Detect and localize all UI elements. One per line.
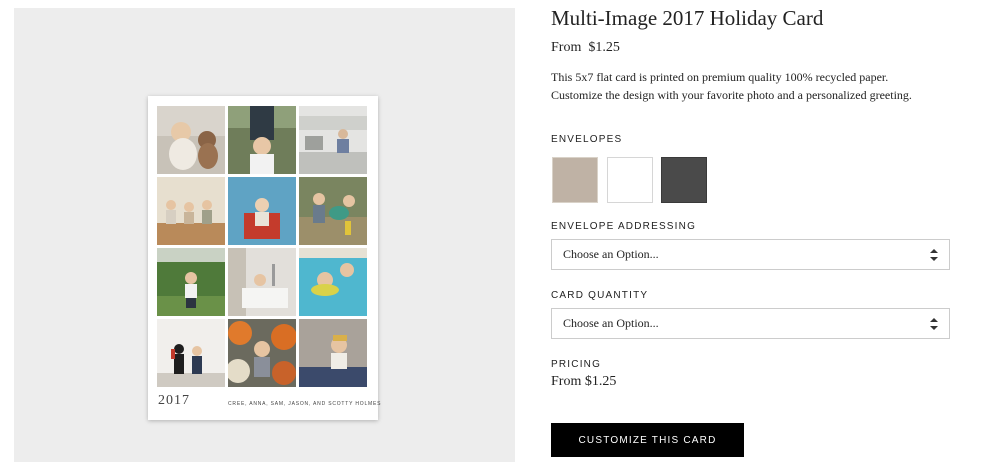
envelope-addressing-select[interactable]: Choose an Option... bbox=[551, 239, 950, 270]
product-description: This 5x7 flat card is printed on premium… bbox=[551, 68, 912, 104]
photo-swing-children bbox=[299, 177, 367, 245]
photo-kitchen-child bbox=[299, 106, 367, 174]
pricing-label: PRICING bbox=[551, 359, 602, 370]
photo-pumpkins-toddler bbox=[228, 319, 296, 387]
envelope-swatch-charcoal[interactable] bbox=[661, 157, 707, 203]
photo-pool-kids bbox=[299, 248, 367, 316]
card-quantity-select[interactable]: Choose an Option... bbox=[551, 308, 950, 339]
card-quantity-label: CARD QUANTITY bbox=[551, 290, 649, 301]
select-arrows-icon bbox=[930, 318, 938, 330]
product-from-price: From $1.25 bbox=[551, 40, 620, 55]
description-line: This 5x7 flat card is printed on premium… bbox=[551, 70, 889, 84]
photo-blanket-toddler bbox=[299, 319, 367, 387]
photo-parent-toddler bbox=[228, 106, 296, 174]
card-preview-panel: 2017 CREE, ANNA, SAM, JASON, AND SCOTTY … bbox=[14, 8, 515, 462]
envelope-swatch-kraft[interactable] bbox=[552, 157, 598, 203]
photo-baby-teddy bbox=[157, 106, 225, 174]
envelope-addressing-value: Choose an Option... bbox=[563, 247, 659, 261]
pricing-value: From $1.25 bbox=[551, 374, 617, 389]
card-quantity-value: Choose an Option... bbox=[563, 316, 659, 330]
customize-card-button[interactable]: CUSTOMIZE THIS CARD bbox=[551, 423, 744, 457]
photo-three-children bbox=[157, 177, 225, 245]
card-year: 2017 bbox=[158, 393, 190, 408]
envelope-addressing-label: ENVELOPE ADDRESSING bbox=[551, 221, 697, 232]
photo-red-chair-toddler bbox=[228, 177, 296, 245]
description-line: Customize the design with your favorite … bbox=[551, 88, 912, 102]
envelopes-label: ENVELOPES bbox=[551, 134, 623, 145]
product-title: Multi-Image 2017 Holiday Card bbox=[551, 6, 824, 30]
card-family-names: CREE, ANNA, SAM, JASON, AND SCOTTY HOLME… bbox=[228, 401, 382, 407]
photo-grid bbox=[157, 106, 367, 387]
select-arrows-icon bbox=[930, 249, 938, 261]
photo-costumed-children bbox=[157, 319, 225, 387]
photo-garden-child bbox=[157, 248, 225, 316]
photo-sink-child bbox=[228, 248, 296, 316]
envelope-swatch-white[interactable] bbox=[607, 157, 653, 203]
card-preview[interactable]: 2017 CREE, ANNA, SAM, JASON, AND SCOTTY … bbox=[148, 96, 382, 420]
